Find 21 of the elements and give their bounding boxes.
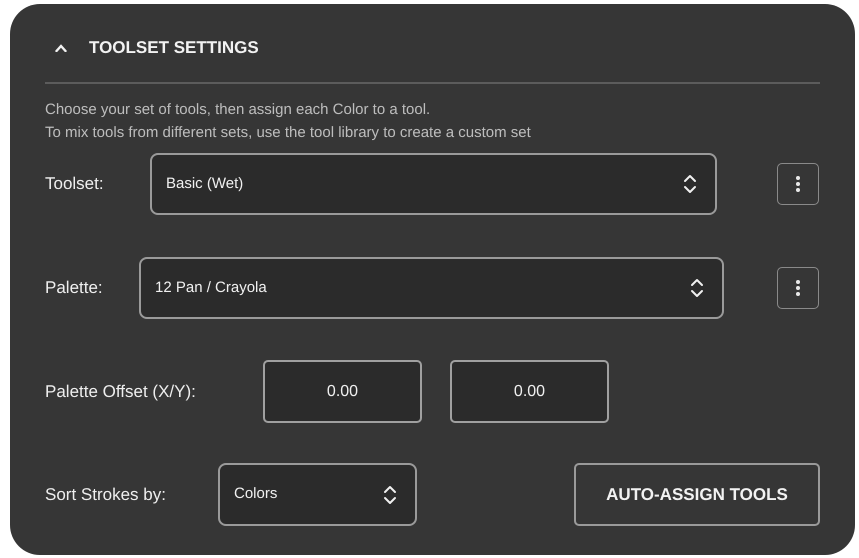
offset-x-field[interactable]: 0.00 <box>263 360 422 423</box>
section-header[interactable]: TOOLSET SETTINGS <box>45 30 259 66</box>
up-down-chevron-icon <box>683 173 697 195</box>
sort-strokes-label: Sort Strokes by: <box>45 484 167 506</box>
dropdown-select[interactable]: Colors <box>218 463 417 526</box>
palette-offset-label: Palette Offset (X/Y): <box>45 380 197 403</box>
offset-y-field[interactable]: 0.00 <box>450 360 609 423</box>
chevron-up-icon <box>55 44 67 52</box>
up-down-chevron-icon <box>690 277 704 299</box>
more-options-button[interactable] <box>777 267 819 309</box>
more-options-button[interactable] <box>777 163 819 205</box>
dropdown-select[interactable]: 12 Pan / Crayola <box>139 257 724 319</box>
vertical-dots-icon <box>795 279 801 297</box>
toolset-label: Toolset: <box>45 173 105 196</box>
description-text: Choose your set of tools, then assign each Color to a tool. <box>45 100 432 120</box>
dropdown-select[interactable]: Basic (Wet) <box>150 153 717 215</box>
up-down-chevron-icon <box>383 484 397 506</box>
palette-label: Palette: <box>45 277 104 300</box>
description-text: To mix tools from different sets, use the tool library to create a custom set <box>45 123 532 143</box>
vertical-dots-icon <box>795 175 801 193</box>
auto-assign-button[interactable]: AUTO-ASSIGN TOOLS <box>574 463 820 526</box>
